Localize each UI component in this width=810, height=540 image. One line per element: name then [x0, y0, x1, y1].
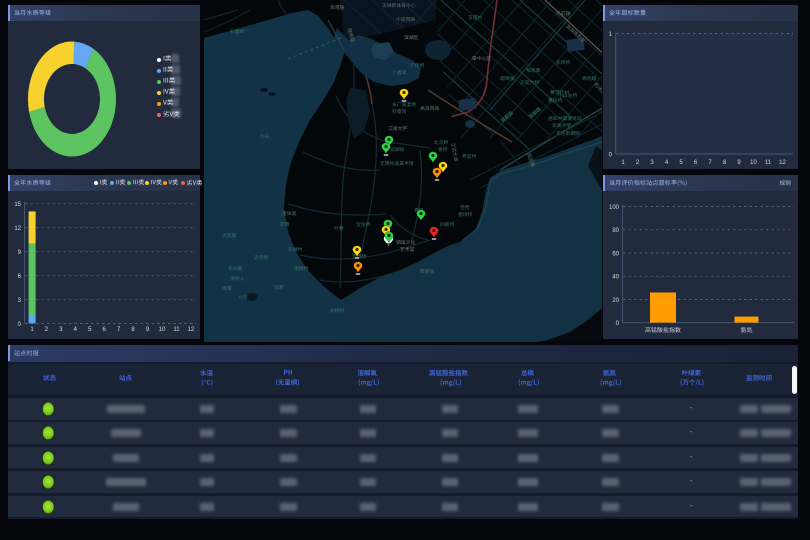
svg-text:10: 10 — [750, 160, 757, 166]
svg-text:4: 4 — [74, 327, 78, 333]
svg-text:12: 12 — [14, 226, 21, 232]
svg-text:20: 20 — [612, 298, 619, 304]
svg-text:80: 80 — [612, 228, 619, 234]
svg-text:60: 60 — [612, 252, 619, 258]
svg-text:7: 7 — [117, 327, 121, 333]
svg-text:1: 1 — [621, 160, 625, 166]
svg-text:9: 9 — [146, 327, 150, 333]
svg-text:11: 11 — [173, 327, 180, 333]
svg-text:0: 0 — [616, 321, 620, 327]
svg-text:7: 7 — [708, 160, 712, 166]
svg-text:0: 0 — [609, 153, 613, 159]
svg-text:3: 3 — [59, 327, 63, 333]
svg-text:12: 12 — [188, 327, 195, 333]
svg-text:8: 8 — [723, 160, 727, 166]
svg-text:5: 5 — [88, 327, 92, 333]
svg-text:2: 2 — [636, 160, 640, 166]
svg-text:15: 15 — [14, 202, 21, 208]
svg-text:100: 100 — [609, 205, 620, 211]
svg-text:6: 6 — [18, 274, 22, 280]
svg-text:10: 10 — [159, 327, 166, 333]
svg-text:2: 2 — [45, 327, 49, 333]
svg-text:3: 3 — [18, 298, 22, 304]
svg-text:0: 0 — [18, 322, 22, 328]
svg-text:40: 40 — [612, 275, 619, 281]
svg-text:5: 5 — [679, 160, 683, 166]
svg-text:8: 8 — [131, 327, 135, 333]
svg-text:6: 6 — [694, 160, 698, 166]
svg-text:9: 9 — [18, 250, 22, 256]
svg-text:1: 1 — [609, 32, 613, 38]
svg-text:12: 12 — [779, 160, 786, 166]
svg-text:4: 4 — [665, 160, 669, 166]
svg-text:11: 11 — [765, 160, 772, 166]
svg-text:6: 6 — [103, 327, 107, 333]
svg-text:3: 3 — [650, 160, 654, 166]
svg-text:1: 1 — [30, 327, 34, 333]
svg-text:9: 9 — [737, 160, 741, 166]
